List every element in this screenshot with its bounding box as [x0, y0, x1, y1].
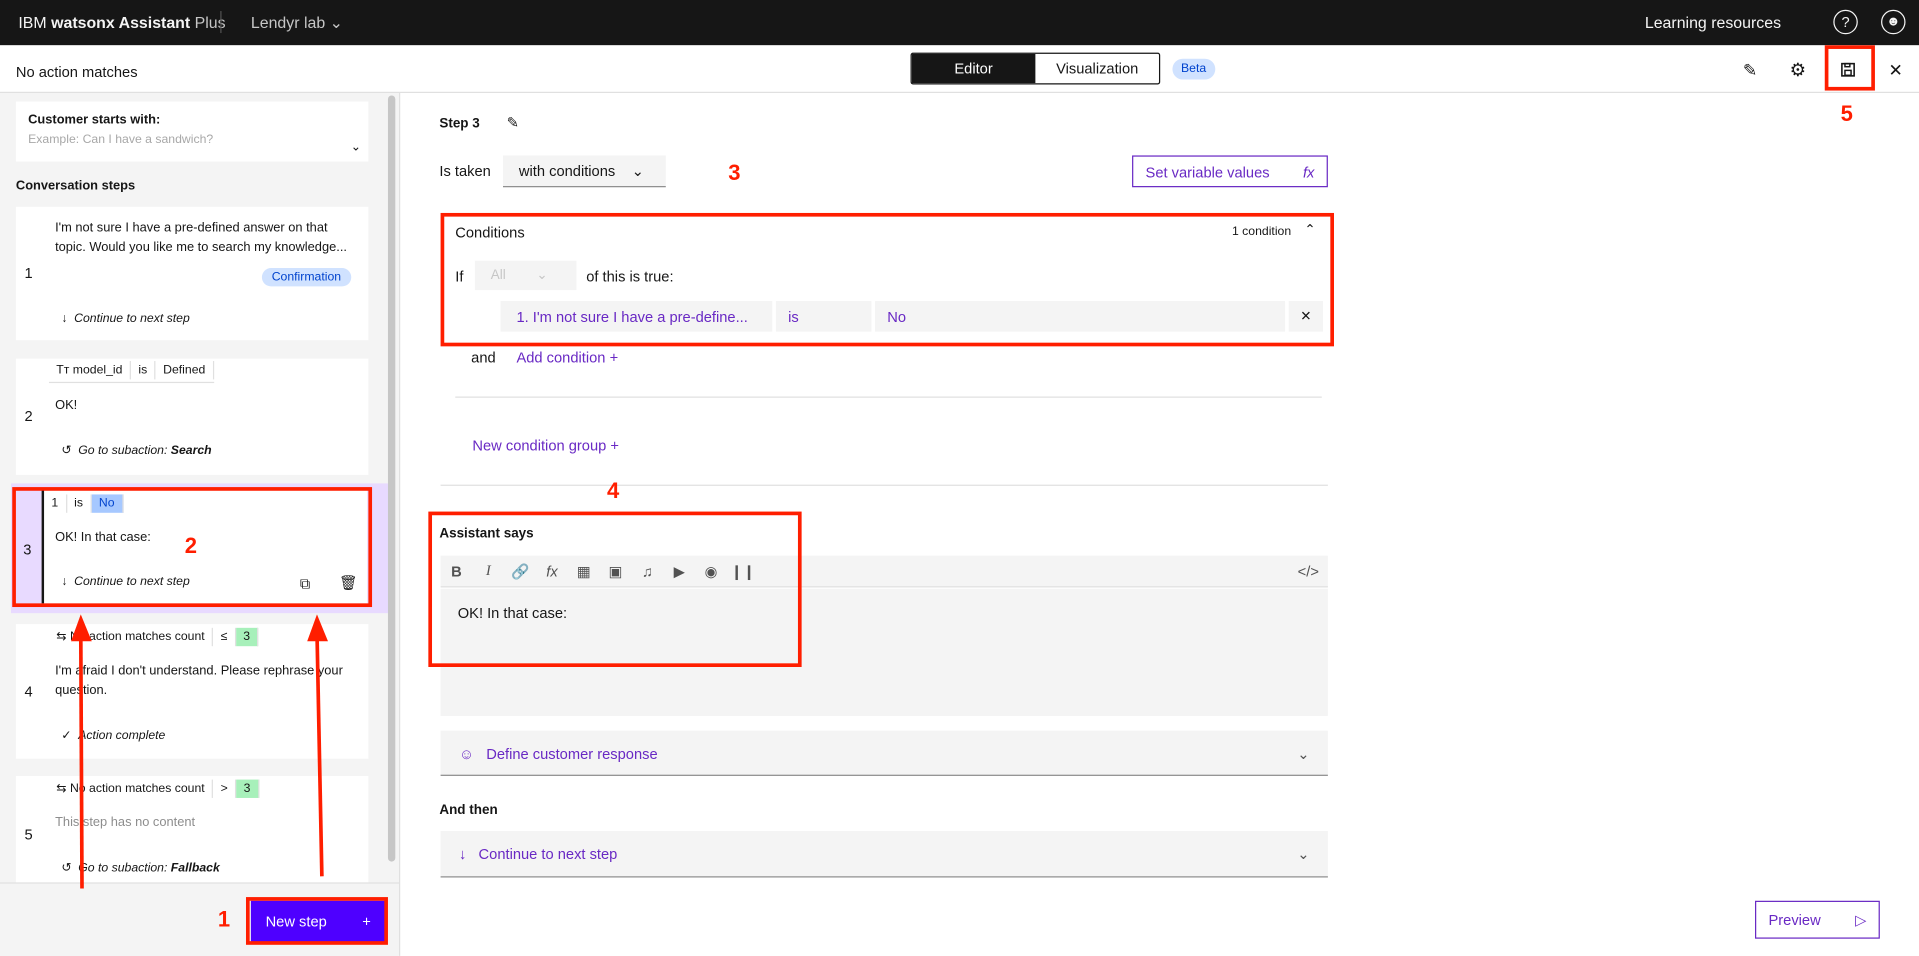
plus-icon: +	[609, 348, 619, 366]
step-condition: ⇆ No action matches count ≤ 3	[49, 624, 259, 648]
annotation-number-2: 2	[184, 533, 198, 559]
annotation-box-1	[245, 897, 388, 945]
condition-value: Defined	[156, 361, 214, 380]
customer-example-placeholder: Example: Can I have a sandwich?	[28, 133, 214, 147]
new-condition-group-link[interactable]: New condition group +	[472, 437, 619, 454]
step-footer: ✓ Action complete	[61, 729, 166, 743]
settings-gear-icon[interactable]: ⚙	[1786, 58, 1810, 82]
chevron-down-icon: ⌄	[631, 162, 644, 180]
annotation-box-3	[440, 212, 1334, 347]
conversation-steps-heading: Conversation steps	[15, 178, 136, 194]
subaction-icon: ↺	[61, 861, 72, 876]
customer-starts-with-field[interactable]: Customer starts with: Example: Can I hav…	[15, 101, 369, 162]
top-bar: IBM watsonx Assistant Plus Lendyr lab ⌄ …	[0, 0, 1919, 46]
action-title: No action matches	[15, 63, 138, 81]
function-icon: fx	[1302, 163, 1315, 182]
help-icon[interactable]: ?	[1833, 9, 1858, 35]
divider	[455, 396, 1322, 398]
chevron-down-icon[interactable]: ⌄	[351, 141, 361, 154]
annotation-number-3: 3	[728, 160, 741, 185]
scrollbar[interactable]	[387, 95, 396, 862]
step-card-5[interactable]: ⇆ No action matches count > 3 5 This ste…	[15, 775, 369, 887]
code-icon[interactable]: </>	[1292, 555, 1324, 587]
confirmation-badge: Confirmation	[261, 268, 351, 287]
step-message: I'm afraid I don't understand. Please re…	[55, 663, 343, 698]
step-message: I'm not sure I have a pre-defined answer…	[55, 220, 347, 255]
customer-starts-label: Customer starts with:	[28, 112, 161, 128]
condition-operator: is	[131, 361, 156, 380]
chevron-down-icon: ⌄	[1297, 745, 1310, 763]
view-switcher: Editor Visualization	[910, 52, 1161, 85]
chevron-down-icon: ⌄	[1297, 845, 1310, 863]
text-variable-icon: Tт model_id	[49, 361, 132, 380]
and-then-heading: And then	[439, 802, 498, 818]
annotation-number-4: 4	[607, 478, 620, 504]
person-icon: ☺	[458, 745, 474, 763]
step-number: 5	[24, 826, 33, 844]
step-footer: ↓ Continue to next step	[61, 312, 190, 326]
learning-resources-link[interactable]: Learning resources	[1645, 13, 1781, 31]
tab-visualization[interactable]: Visualization	[1035, 54, 1159, 83]
tab-editor[interactable]: Editor	[911, 53, 1036, 84]
plus-icon: +	[610, 436, 619, 455]
add-condition-link[interactable]: Add condition +	[516, 349, 618, 366]
beta-badge: Beta	[1172, 58, 1215, 80]
repeat-icon: ⇆ No action matches count	[49, 627, 214, 646]
is-taken-label: Is taken	[439, 162, 491, 180]
condition-value: 3	[236, 778, 260, 798]
step-number: 1	[24, 264, 33, 282]
step-card-2[interactable]: Tт model_id is Defined 2 OK! ↺ Go to sub…	[15, 358, 369, 475]
workspace-switcher[interactable]: Lendyr lab ⌄	[251, 13, 343, 33]
subaction-icon: ↺	[61, 444, 72, 458]
annotation-number-1: 1	[217, 906, 231, 932]
step-message: OK!	[55, 397, 78, 413]
annotation-box-4	[428, 511, 802, 667]
arrow-down-icon: ↓	[458, 845, 467, 863]
step-number: 4	[24, 682, 33, 701]
step-condition: Tт model_id is Defined	[48, 359, 214, 384]
divider	[220, 11, 222, 34]
step-footer: ↺ Go to subaction: Search	[61, 444, 212, 458]
step-card-1[interactable]: 1 I'm not sure I have a pre-defined answ…	[15, 206, 369, 341]
step-message: This step has no content	[55, 815, 196, 830]
annotation-box-5	[1824, 45, 1875, 91]
define-customer-response[interactable]: ☺ Define customer response ⌄	[440, 730, 1328, 776]
step-title: Step 3	[439, 116, 480, 131]
arrow-down-icon: ↓	[61, 312, 68, 326]
step-footer: ↺ Go to subaction: Fallback	[61, 861, 220, 876]
and-then-dropdown[interactable]: ↓ Continue to next step ⌄	[440, 830, 1328, 878]
set-variable-values-button[interactable]: Set variable values fx	[1132, 155, 1328, 188]
play-icon: ▷	[1855, 911, 1867, 929]
edit-icon[interactable]: ✎	[1738, 58, 1762, 82]
condition-operator: >	[213, 778, 237, 798]
edit-pencil-icon[interactable]: ✎	[507, 114, 519, 131]
condition-value: 3	[235, 627, 259, 646]
divider	[440, 484, 1328, 486]
repeat-icon: ⇆ No action matches count	[49, 778, 214, 798]
checkmark-circle-icon: ✓	[61, 729, 72, 743]
preview-button[interactable]: Preview ▷	[1755, 900, 1880, 939]
step-card-4[interactable]: ⇆ No action matches count ≤ 3 4 I'm afra…	[15, 624, 369, 759]
action-header: No action matches Editor Visualization B…	[0, 45, 1919, 94]
chevron-down-icon: ⌄	[329, 13, 343, 32]
close-icon[interactable]: ✕	[1884, 58, 1908, 82]
and-label: and	[471, 348, 496, 366]
step-condition: ⇆ No action matches count > 3	[49, 776, 260, 800]
user-avatar-icon[interactable]: ☻	[1881, 9, 1906, 35]
is-taken-dropdown[interactable]: with conditions ⌄	[503, 155, 666, 188]
annotation-number-5: 5	[1840, 101, 1853, 127]
step-number: 2	[24, 407, 33, 425]
product-brand[interactable]: IBM watsonx Assistant Plus	[18, 13, 225, 31]
condition-operator: ≤	[213, 627, 236, 646]
